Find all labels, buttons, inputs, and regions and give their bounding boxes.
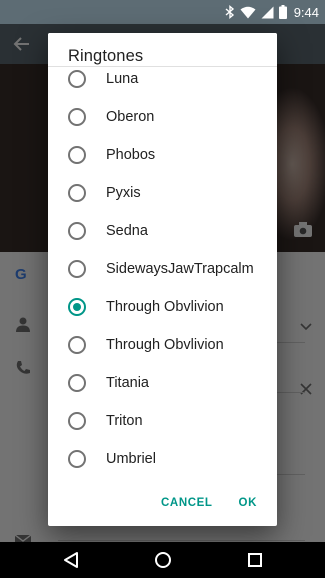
ringtones-dialog: Luna Oberon Phobos Pyxis Sedna SidewaysJ… xyxy=(48,33,277,526)
ringtone-option-selected[interactable]: Through Obvlivion xyxy=(48,288,277,326)
home-circle-icon xyxy=(155,552,171,568)
ringtone-label: Sedna xyxy=(106,223,148,239)
radio-button[interactable] xyxy=(68,222,86,240)
ringtone-label: Pyxis xyxy=(106,185,141,201)
title-divider xyxy=(48,66,277,67)
ringtone-option[interactable]: Sedna xyxy=(48,212,277,250)
ringtone-option[interactable]: Titania xyxy=(48,364,277,402)
recents-square-icon xyxy=(248,553,262,567)
radio-button[interactable] xyxy=(68,374,86,392)
status-bar: 9:44 xyxy=(0,0,325,24)
wifi-icon xyxy=(240,6,256,19)
home-nav-button[interactable] xyxy=(152,549,174,571)
radio-button[interactable] xyxy=(68,412,86,430)
radio-button[interactable] xyxy=(68,184,86,202)
radio-button[interactable] xyxy=(68,108,86,126)
ok-button[interactable]: OK xyxy=(233,491,263,515)
ringtone-label: Phobos xyxy=(106,147,156,163)
radio-button[interactable] xyxy=(68,70,86,88)
ringtone-label: SidewaysJawTrapcalm xyxy=(106,261,254,277)
radio-button[interactable] xyxy=(68,450,86,468)
ringtone-option[interactable]: Through Obvlivion xyxy=(48,326,277,364)
radio-button[interactable] xyxy=(68,336,86,354)
ringtone-option[interactable]: Pyxis xyxy=(48,174,277,212)
navigation-bar xyxy=(0,542,325,578)
battery-icon xyxy=(278,5,287,19)
ringtone-option[interactable]: SidewaysJawTrapcalm xyxy=(48,250,277,288)
ringtone-label: Umbriel xyxy=(106,451,156,467)
dialog-header: Ringtones xyxy=(48,33,277,66)
ringtone-option[interactable]: Umbriel xyxy=(48,440,277,478)
cell-signal-icon xyxy=(261,6,274,19)
ringtone-label: Through Obvlivion xyxy=(106,337,224,353)
ringtone-label: Through Obvlivion xyxy=(106,299,224,315)
ringtone-label: Luna xyxy=(106,71,139,87)
radio-button[interactable] xyxy=(68,260,86,278)
cancel-button[interactable]: CANCEL xyxy=(155,491,219,515)
ringtone-option[interactable]: Phobos xyxy=(48,136,277,174)
back-nav-button[interactable] xyxy=(60,549,82,571)
status-icons: 9:44 xyxy=(225,0,319,24)
bluetooth-icon xyxy=(225,5,235,19)
ringtone-label: Triton xyxy=(106,413,143,429)
ringtone-label: Titania xyxy=(106,375,149,391)
ringtone-options-list[interactable]: Luna Oberon Phobos Pyxis Sedna SidewaysJ… xyxy=(48,60,277,480)
back-triangle-icon xyxy=(64,552,78,568)
radio-button[interactable] xyxy=(68,146,86,164)
dialog-actions: CANCEL OK xyxy=(155,480,277,526)
radio-button-checked[interactable] xyxy=(68,298,86,316)
dialog-title: Ringtones xyxy=(68,47,144,65)
ringtone-label: Oberon xyxy=(106,109,155,125)
ringtone-option[interactable]: Triton xyxy=(48,402,277,440)
ringtone-option[interactable]: Oberon xyxy=(48,98,277,136)
status-time: 9:44 xyxy=(293,4,319,20)
recents-nav-button[interactable] xyxy=(244,549,266,571)
